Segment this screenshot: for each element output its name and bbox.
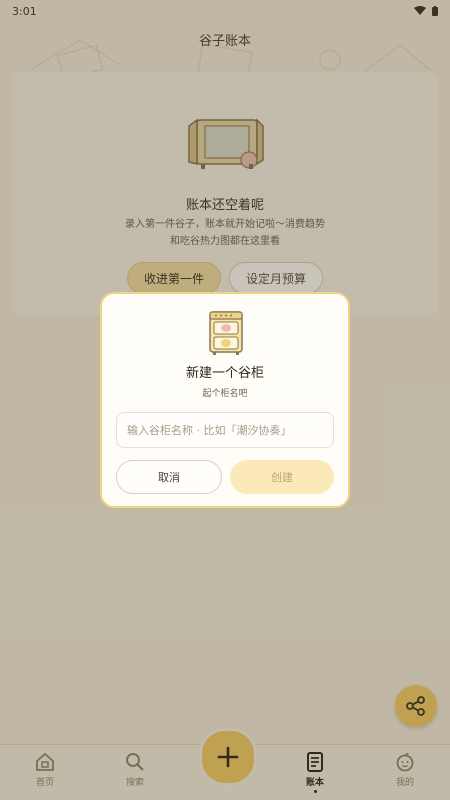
cabinet-name-input[interactable] xyxy=(116,412,334,448)
cancel-button[interactable]: 取消 xyxy=(116,460,222,494)
dialog-title: 新建一个谷柜 xyxy=(185,366,264,381)
new-cabinet-dialog: 新建一个谷柜 起个柜名吧 取消 创建 xyxy=(100,292,350,508)
cabinet-icon xyxy=(209,311,243,355)
create-button[interactable]: 创建 xyxy=(230,460,334,494)
dialog-subtitle: 起个柜名吧 xyxy=(202,389,248,399)
